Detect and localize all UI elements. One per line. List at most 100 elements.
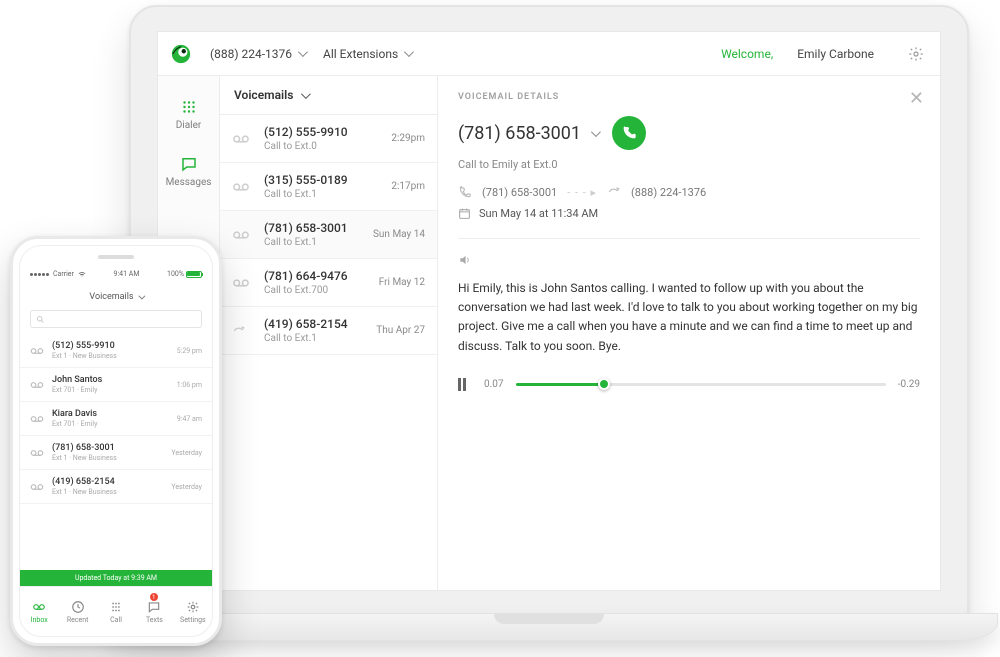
call-from-number: (781) 658-3001: [482, 186, 557, 199]
mobile-header-label: Voicemails: [89, 292, 133, 302]
mobile-item-title: (781) 658-3001: [52, 443, 163, 453]
phone-icon: [621, 125, 637, 141]
elapsed-time: 0.07: [484, 379, 504, 390]
texts-badge: 1: [150, 593, 158, 601]
mobile-item-subtitle: Ext 701 · Emily: [52, 386, 169, 394]
voicemail-icon: [30, 347, 44, 355]
voicemail-list-item[interactable]: (419) 658-2154Call to Ext.1Thu Apr 27: [220, 307, 437, 355]
laptop-base: [100, 613, 998, 641]
tab-recent[interactable]: Recent: [58, 587, 96, 636]
iphone-frame: Carrier 9:41 AM 100% Voicemails (512) 55…: [10, 236, 222, 646]
battery-icon: [186, 271, 202, 278]
chevron-down-icon: [298, 47, 308, 57]
mobile-item-subtitle: Ext 1 · New Business: [52, 352, 169, 360]
tab-inbox-label: Inbox: [31, 616, 48, 624]
seek-knob[interactable]: [598, 378, 610, 390]
voicemail-item-number: (781) 658-3001: [264, 221, 363, 235]
tab-inbox[interactable]: Inbox: [20, 587, 58, 636]
calendar-icon: [458, 207, 471, 220]
keypad-icon: [109, 600, 123, 614]
dialer-icon: [180, 98, 198, 116]
mobile-voicemail-item[interactable]: Kiara DavisExt 701 · Emily9:47 am: [20, 402, 212, 436]
welcome-label: Welcome,: [721, 47, 773, 61]
tab-settings[interactable]: Settings: [174, 587, 212, 636]
detail-phone-dropdown[interactable]: (781) 658-3001: [458, 123, 598, 144]
laptop-notch: [494, 614, 604, 624]
gear-icon[interactable]: [908, 46, 924, 62]
voicemail-item-time: Sun May 14: [373, 229, 425, 240]
tab-texts[interactable]: 1 Texts: [135, 587, 173, 636]
voicemail-icon: [232, 324, 254, 338]
detail-date-row: Sun May 14 at 11:34 AM: [458, 207, 920, 220]
laptop-frame: (888) 224-1376 All Extensions Welcome, E…: [129, 5, 969, 615]
mobile-item-subtitle: Ext 1 · New Business: [52, 488, 163, 496]
extensions-dropdown[interactable]: All Extensions: [323, 47, 411, 61]
voicemail-icon: [232, 182, 254, 192]
voicemail-item-time: 2:29pm: [391, 133, 425, 144]
mobile-item-time: 5:29 pm: [177, 347, 202, 355]
voicemail-list-item[interactable]: (781) 658-3001 Call to Ext.1 Sun May 14: [220, 211, 437, 259]
clock-icon: [71, 600, 85, 614]
voicemail-item-number: (781) 664-9476: [264, 269, 369, 283]
mobile-item-title: John Santos: [52, 375, 169, 385]
voicemail-icon: [32, 600, 46, 614]
voicemail-icon: [232, 230, 254, 240]
pause-button[interactable]: [458, 378, 472, 391]
mobile-voicemail-item[interactable]: (512) 555-9910Ext 1 · New Business5:29 p…: [20, 334, 212, 368]
voicemail-list-item[interactable]: (781) 664-9476Call to Ext.700Fri May 12: [220, 259, 437, 307]
mobile-item-title: (419) 658-2154: [52, 477, 163, 487]
mobile-item-subtitle: Ext 1 · New Business: [52, 454, 163, 462]
voicemail-list-column: Voicemails (512) 555-9910Call to Ext.02:…: [220, 76, 438, 590]
tab-settings-label: Settings: [180, 616, 206, 624]
mobile-search-input[interactable]: [30, 310, 202, 328]
chat-icon: [147, 600, 161, 614]
tab-call[interactable]: Call: [97, 587, 135, 636]
voicemail-list-item[interactable]: (512) 555-9910Call to Ext.02:29pm: [220, 115, 437, 163]
voicemail-icon: [30, 381, 44, 389]
voicemail-list-item[interactable]: (315) 555-0189Call to Ext.12:17pm: [220, 163, 437, 211]
chevron-down-icon: [138, 292, 145, 299]
voicemail-icon: [232, 134, 254, 144]
seek-fill: [516, 383, 605, 386]
mobile-header-dropdown[interactable]: Voicemails: [20, 288, 212, 308]
mobile-item-time: Yesterday: [171, 483, 202, 491]
call-button[interactable]: [612, 116, 646, 150]
voicemail-item-time: 2:17pm: [391, 181, 425, 192]
search-icon: [36, 315, 45, 324]
nav-messages[interactable]: Messages: [158, 143, 219, 200]
seek-track[interactable]: [516, 383, 886, 386]
battery-pct: 100%: [167, 270, 184, 278]
mobile-app-screen: Carrier 9:41 AM 100% Voicemails (512) 55…: [19, 245, 213, 637]
detail-datetime: Sun May 14 at 11:34 AM: [479, 207, 598, 220]
mobile-item-time: 9:47 am: [177, 415, 202, 423]
chevron-down-icon: [301, 89, 311, 99]
mobile-status-bar: Carrier 9:41 AM 100%: [20, 260, 212, 288]
username-label: Emily Carbone: [797, 47, 874, 61]
mobile-voicemail-item[interactable]: (419) 658-2154Ext 1 · New Business Yester…: [20, 470, 212, 504]
speaker-icon[interactable]: [458, 253, 920, 267]
detail-subtitle: Call to Emily at Ext.0: [458, 158, 920, 171]
tab-texts-label: Texts: [146, 616, 163, 624]
voicemail-icon: [30, 415, 44, 423]
voicemail-list-header[interactable]: Voicemails: [220, 76, 437, 115]
mobile-tab-bar: Inbox Recent Call 1 Texts Settings: [20, 586, 212, 636]
mobile-item-subtitle: Ext 701 · Emily: [52, 420, 169, 428]
voicemail-icon: [232, 278, 254, 288]
top-bar: (888) 224-1376 All Extensions Welcome, E…: [158, 32, 940, 76]
voicemail-item-subtitle: Call to Ext.1: [264, 237, 363, 248]
account-phone-dropdown[interactable]: (888) 224-1376: [210, 47, 305, 61]
close-icon[interactable]: ✕: [909, 88, 924, 109]
tab-recent-label: Recent: [67, 616, 89, 624]
status-time: 9:41 AM: [114, 270, 140, 278]
mobile-voicemail-item[interactable]: (781) 658-3001Ext 1 · New BusinessYester…: [20, 436, 212, 470]
account-phone-label: (888) 224-1376: [210, 47, 292, 61]
voicemail-item-subtitle: Call to Ext.1: [264, 333, 366, 344]
forward-icon: [607, 185, 621, 199]
mobile-item-time: 1:06 pm: [177, 381, 202, 389]
mobile-voicemail-item[interactable]: John SantosExt 701 · Emily 1:06 pm: [20, 368, 212, 402]
arrow-icon: - - - ▸: [567, 186, 597, 199]
remaining-time: -0.29: [898, 379, 920, 390]
nav-dialer[interactable]: Dialer: [158, 86, 219, 143]
wifi-icon: [78, 270, 86, 278]
voicemail-item-time: Thu Apr 27: [376, 325, 425, 336]
